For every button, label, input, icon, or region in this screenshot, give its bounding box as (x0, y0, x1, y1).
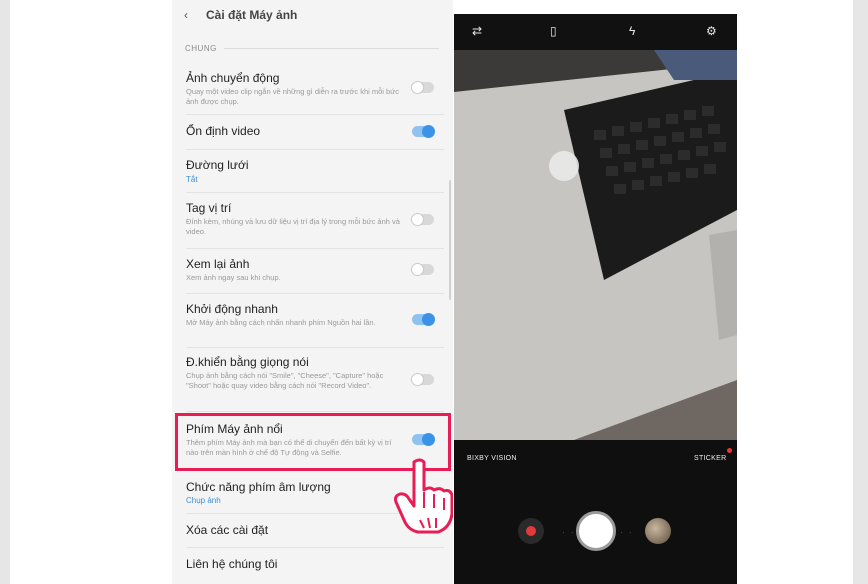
record-dot-icon (526, 526, 536, 536)
setting-grid-lines[interactable]: Đường lưới Tắt (172, 155, 453, 189)
setting-location-tags[interactable]: Tag vị trí Đính kèm, nhúng và lưu dữ liệ… (172, 198, 453, 244)
switch-camera-icon[interactable]: ⇄ (472, 24, 482, 38)
setting-title: Khởi động nhanh (186, 302, 278, 316)
setting-voice-control[interactable]: Đ.khiển bằng giọng nói Chụp ảnh bằng các… (172, 352, 453, 408)
dots-left: · · (562, 528, 576, 537)
item-divider (186, 411, 444, 412)
camera-settings-panel: ‹ Cài đặt Máy ảnh CHUNG Ảnh chuyển động … (172, 0, 453, 584)
camera-bottom-controls: BIXBY VISION STICKER · · · · (454, 440, 737, 584)
item-divider (186, 293, 444, 294)
setting-contact-us[interactable]: Liên hệ chúng tôi (172, 554, 453, 578)
item-divider (186, 192, 444, 193)
sticker-mode[interactable]: STICKER (694, 455, 726, 462)
settings-title: Cài đặt Máy ảnh (206, 8, 298, 22)
setting-value: Tắt (186, 175, 198, 184)
item-divider (186, 248, 444, 249)
setting-subtitle: Chụp ảnh bằng cách nói "Smile", "Cheese"… (186, 371, 384, 390)
setting-review-pictures[interactable]: Xem lại ảnh Xem ảnh ngay sau khi chụp. (172, 254, 453, 290)
back-arrow-icon[interactable]: ‹ (184, 8, 188, 22)
aspect-ratio-icon[interactable]: ▯ (550, 24, 557, 38)
setting-title: Xóa các cài đặt (186, 523, 269, 537)
camera-viewfinder[interactable] (454, 50, 737, 440)
new-badge-dot (727, 448, 732, 453)
dots-right: · · (620, 528, 634, 537)
laptop-preview-image (454, 50, 737, 440)
item-divider (186, 347, 444, 348)
shutter-button[interactable] (576, 511, 616, 551)
section-header-general: CHUNG (185, 44, 217, 53)
setting-title: Xem lại ảnh (186, 257, 250, 271)
toggle-knob (422, 125, 435, 138)
record-video-button[interactable] (518, 518, 544, 544)
setting-title: Đường lưới (186, 158, 249, 172)
review-pictures-toggle[interactable] (411, 263, 434, 276)
setting-subtitle: Xem ảnh ngay sau khi chụp. (186, 273, 281, 282)
setting-title: Liên hệ chúng tôi (186, 557, 278, 571)
toggle-knob (411, 373, 424, 386)
motion-photo-toggle[interactable] (411, 81, 434, 94)
camera-preview-panel: ⇄ ▯ ϟ ⚙ BIXBY VISION STICKER · · · · (454, 14, 737, 584)
quick-launch-toggle[interactable] (412, 313, 435, 326)
video-stabilization-toggle[interactable] (412, 125, 435, 138)
section-divider (224, 48, 439, 49)
setting-subtitle: Mở Máy ảnh bằng cách nhấn nhanh phím Ngu… (186, 318, 376, 327)
toggle-knob (422, 313, 435, 326)
item-divider (186, 114, 444, 115)
camera-top-bar: ⇄ ▯ ϟ ⚙ (454, 14, 737, 50)
toggle-knob (411, 263, 424, 276)
gear-icon[interactable]: ⚙ (706, 24, 717, 38)
setting-title: Ảnh chuyển động (186, 71, 280, 85)
setting-title: Ổn định video (186, 124, 261, 138)
bixby-vision-mode[interactable]: BIXBY VISION (467, 455, 517, 462)
toggle-knob (411, 213, 424, 226)
setting-title: Đ.khiển bằng giọng nói (186, 355, 309, 369)
gallery-thumbnail[interactable] (645, 518, 671, 544)
setting-motion-photo[interactable]: Ảnh chuyển động Quay một video clip ngắn… (172, 68, 453, 114)
setting-title: Chức năng phím âm lượng (186, 480, 331, 494)
setting-quick-launch[interactable]: Khởi động nhanh Mở Máy ảnh bằng cách nhấ… (172, 299, 453, 345)
toggle-knob (411, 81, 424, 94)
item-divider (186, 149, 444, 150)
setting-video-stabilization[interactable]: Ổn định video (172, 120, 453, 148)
setting-title: Tag vị trí (186, 201, 232, 215)
pointing-hand-icon (394, 458, 453, 534)
setting-subtitle: Quay một video clip ngắn về những gì diễ… (186, 87, 399, 106)
voice-control-toggle[interactable] (411, 373, 434, 386)
flash-off-icon[interactable]: ϟ (629, 24, 635, 38)
location-tags-toggle[interactable] (411, 213, 434, 226)
item-divider (186, 547, 444, 548)
settings-top-bar: ‹ Cài đặt Máy ảnh (172, 0, 453, 32)
setting-value: Chụp ảnh (186, 496, 221, 505)
setting-subtitle: Đính kèm, nhúng và lưu dữ liệu vị trí đị… (186, 217, 400, 236)
scrollbar[interactable] (449, 180, 451, 300)
